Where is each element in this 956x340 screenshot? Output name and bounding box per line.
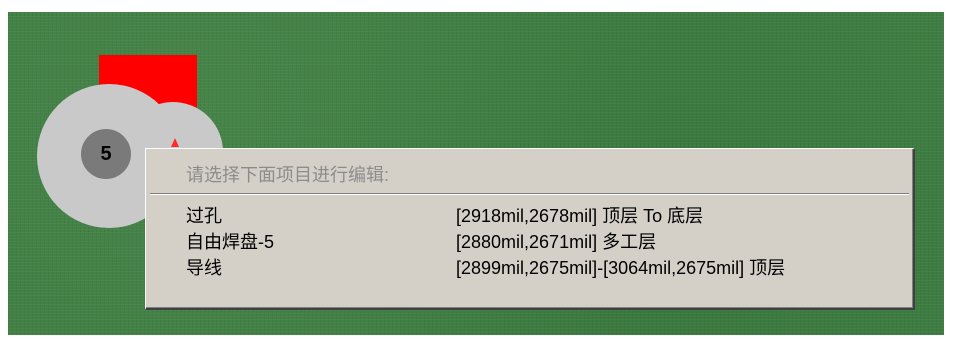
menu-item-name: 导线 [186, 258, 222, 278]
track-marker [171, 138, 179, 147]
menu-item-detail: [2899mil,2675mil]-[3064mil,2675mil] 顶层 [456, 258, 786, 278]
menu-item-name: 过孔 [186, 206, 222, 226]
menu-item-detail: [2880mil,2671mil] 多工层 [456, 232, 657, 252]
select-item-popup-menu: 请选择下面项目进行编辑: 过孔 [2918mil,2678mil] 顶层 To … [145, 148, 915, 310]
pad-number-label: 5 [81, 129, 131, 179]
menu-separator [150, 193, 909, 195]
menu-item-free-pad[interactable]: 自由焊盘-5 [2880mil,2671mil] 多工层 [146, 229, 913, 255]
window-frame: 5 请选择下面项目进行编辑: 过孔 [2918mil,2678mil] 顶层 T… [0, 0, 956, 340]
menu-item-via[interactable]: 过孔 [2918mil,2678mil] 顶层 To 底层 [146, 203, 913, 229]
menu-list: 过孔 [2918mil,2678mil] 顶层 To 底层 自由焊盘-5 [28… [146, 203, 913, 281]
popup-title: 请选择下面项目进行编辑: [186, 165, 389, 185]
menu-item-detail: [2918mil,2678mil] 顶层 To 底层 [456, 206, 704, 226]
menu-item-name: 自由焊盘-5 [186, 232, 275, 252]
menu-item-track[interactable]: 导线 [2899mil,2675mil]-[3064mil,2675mil] 顶… [146, 255, 913, 281]
